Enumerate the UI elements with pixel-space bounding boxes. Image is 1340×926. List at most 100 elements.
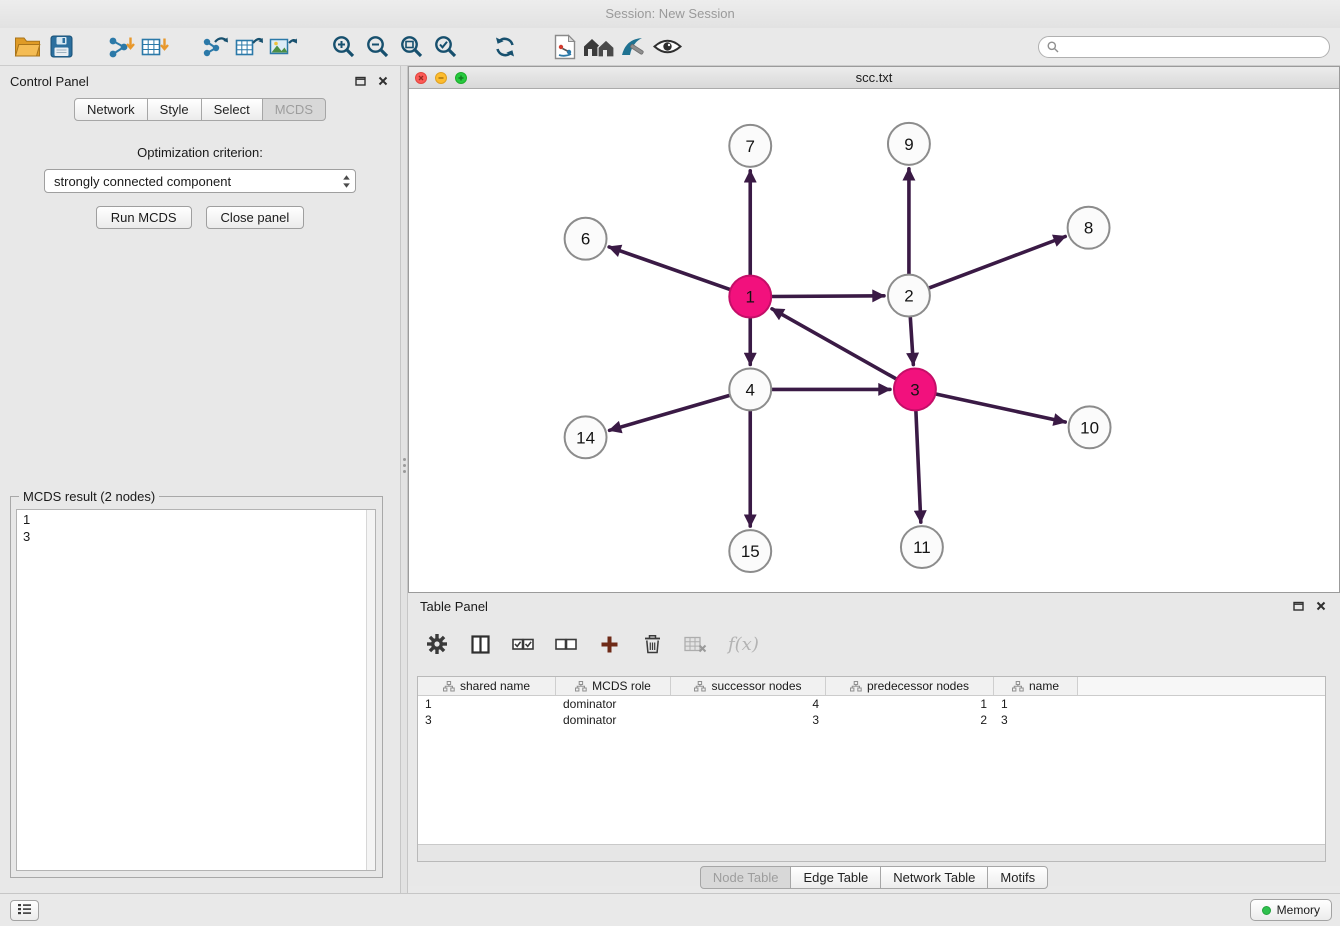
zoom-out-icon: [365, 34, 390, 59]
run-mcds-button[interactable]: Run MCDS: [96, 206, 192, 229]
edge-3-1[interactable]: [772, 309, 896, 379]
table-cell[interactable]: 3: [994, 713, 1078, 727]
table-cell[interactable]: 1: [826, 697, 994, 711]
export-network-button[interactable]: [198, 32, 232, 62]
table-row[interactable]: 3dominator323: [418, 712, 1325, 728]
close-window-icon[interactable]: [415, 72, 427, 84]
float-table-panel-icon[interactable]: [1293, 601, 1304, 611]
node-table: shared name MCDS rolesuccessor nodesprede…: [417, 676, 1326, 862]
open-session-button[interactable]: [10, 32, 44, 62]
node-11[interactable]: 11: [901, 526, 943, 568]
tab-select[interactable]: Select: [201, 98, 263, 121]
tab-style[interactable]: Style: [147, 98, 202, 121]
column-header-name[interactable]: name: [994, 677, 1078, 695]
zoom-fit-button[interactable]: [394, 32, 428, 62]
columns-button[interactable]: [469, 629, 491, 659]
annotations-button[interactable]: [616, 32, 650, 62]
tab-edge-table[interactable]: Edge Table: [790, 866, 881, 889]
refresh-button[interactable]: [488, 32, 522, 62]
search-input[interactable]: [1064, 39, 1321, 54]
network-canvas[interactable]: 7 9 6 8 1 2 4 3 14 10 15 11: [409, 89, 1339, 592]
network-canvas-svg[interactable]: 7 9 6 8 1 2 4 3 14 10 15 11: [409, 89, 1339, 592]
edge-3-11[interactable]: [916, 411, 921, 522]
tab-mcds[interactable]: MCDS: [262, 98, 326, 121]
column-header-successor-nodes[interactable]: successor nodes: [671, 677, 826, 695]
node-1[interactable]: 1: [729, 276, 771, 318]
toolbar-group: [488, 32, 522, 62]
main-toolbar-groups: [10, 32, 710, 62]
node-8[interactable]: 8: [1068, 207, 1110, 249]
table-cell[interactable]: 2: [826, 713, 994, 727]
node-10[interactable]: 10: [1069, 406, 1111, 448]
node-2[interactable]: 2: [888, 275, 930, 317]
column-header-mcds-role[interactable]: MCDS role: [556, 677, 671, 695]
table-cell[interactable]: dominator: [556, 697, 671, 711]
network-window: scc.txt 7 9 6 8 1 2 4 3 14 10 15 11: [408, 66, 1340, 593]
add-row-button[interactable]: [598, 629, 620, 659]
network-window-titlebar[interactable]: scc.txt: [409, 67, 1339, 89]
maximize-window-icon[interactable]: [455, 72, 467, 84]
node-label: 6: [581, 230, 590, 249]
settings-button[interactable]: [426, 629, 448, 659]
tab-network-table[interactable]: Network Table: [880, 866, 988, 889]
criterion-dropdown[interactable]: strongly connected component: [44, 169, 356, 193]
column-label: name: [1029, 679, 1059, 693]
export-image-button[interactable]: [266, 32, 300, 62]
tab-network[interactable]: Network: [74, 98, 148, 121]
table-cell[interactable]: 3: [671, 713, 826, 727]
panel-divider[interactable]: [400, 66, 408, 893]
node-15[interactable]: 15: [729, 530, 771, 572]
first-neighbors-button[interactable]: [582, 32, 616, 62]
show-hide-button[interactable]: [650, 32, 684, 62]
import-network-button[interactable]: [104, 32, 138, 62]
table-cell[interactable]: dominator: [556, 713, 671, 727]
delete-row-button[interactable]: [641, 629, 663, 659]
node-4[interactable]: 4: [729, 368, 771, 410]
toolbar-group: [198, 32, 300, 62]
node-3[interactable]: 3: [894, 368, 936, 410]
node-9[interactable]: 9: [888, 123, 930, 165]
deselect-all-button[interactable]: [555, 629, 577, 659]
show-panels-button[interactable]: [10, 900, 39, 921]
close-panel-icon[interactable]: [378, 76, 388, 86]
table-horizontal-scrollbar[interactable]: [418, 844, 1325, 861]
close-table-panel-icon[interactable]: [1316, 601, 1326, 611]
table-cell[interactable]: 1: [418, 697, 556, 711]
table-cell[interactable]: 1: [994, 697, 1078, 711]
edge-2-3[interactable]: [910, 318, 913, 365]
memory-button[interactable]: Memory: [1250, 899, 1332, 921]
edge-1-2[interactable]: [772, 296, 884, 297]
optimization-criterion-label: Optimization criterion:: [0, 145, 400, 160]
open-network-file-button[interactable]: [548, 32, 582, 62]
search-box[interactable]: [1038, 36, 1330, 58]
column-label: shared name: [460, 679, 530, 693]
zoom-selected-button[interactable]: [428, 32, 462, 62]
node-table-body: 1dominator4113dominator323: [418, 696, 1325, 728]
edge-4-14[interactable]: [610, 395, 730, 430]
minimize-window-icon[interactable]: [435, 72, 447, 84]
table-cell[interactable]: 4: [671, 697, 826, 711]
node-6[interactable]: 6: [565, 218, 607, 260]
tab-motifs[interactable]: Motifs: [987, 866, 1048, 889]
zoom-in-button[interactable]: [326, 32, 360, 62]
import-table-button[interactable]: [138, 32, 172, 62]
zoom-out-button[interactable]: [360, 32, 394, 62]
node-14[interactable]: 14: [565, 416, 607, 458]
select-all-button[interactable]: [512, 629, 534, 659]
node-label: 8: [1084, 219, 1093, 238]
column-header-predecessor-nodes[interactable]: predecessor nodes: [826, 677, 994, 695]
edge-1-6[interactable]: [609, 247, 729, 289]
node-7[interactable]: 7: [729, 125, 771, 167]
export-table-button[interactable]: [232, 32, 266, 62]
tab-node-table[interactable]: Node Table: [700, 866, 792, 889]
edge-2-8[interactable]: [929, 237, 1065, 288]
float-panel-icon[interactable]: [355, 76, 366, 86]
result-scrollbar[interactable]: [366, 510, 375, 870]
save-session-button[interactable]: [44, 32, 78, 62]
column-header-shared-name[interactable]: shared name: [418, 677, 556, 695]
node-label: 10: [1080, 418, 1099, 437]
table-cell[interactable]: 3: [418, 713, 556, 727]
table-row[interactable]: 1dominator411: [418, 696, 1325, 712]
edge-3-10[interactable]: [936, 394, 1065, 422]
close-panel-button[interactable]: Close panel: [206, 206, 305, 229]
